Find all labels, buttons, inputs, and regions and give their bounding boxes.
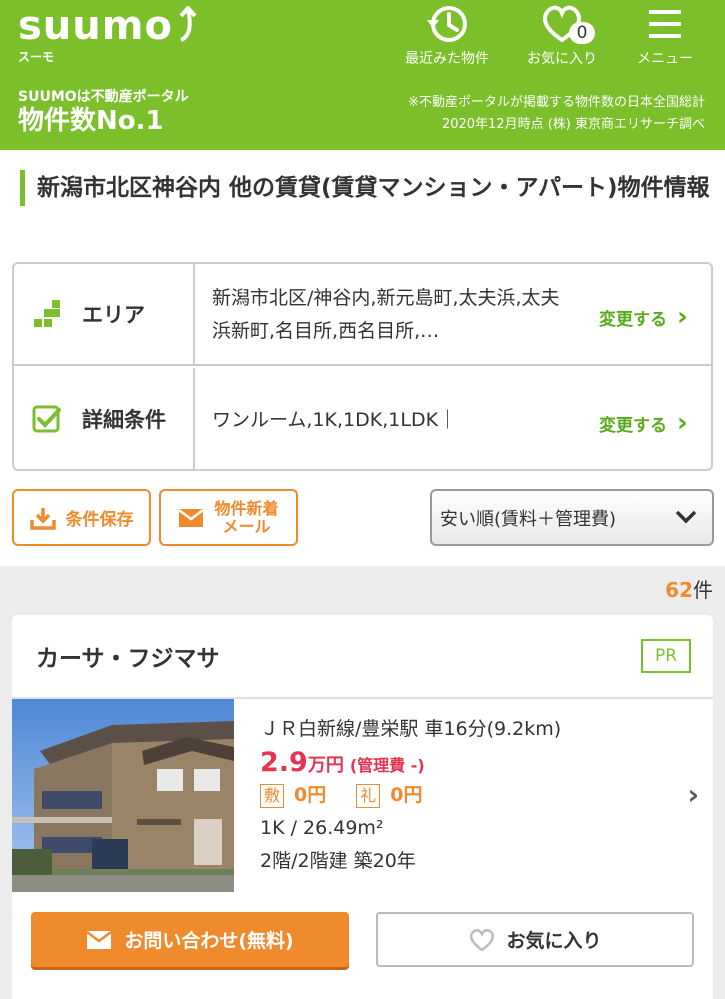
mail-label-line2: メール: [222, 516, 271, 536]
mail-label-line1: 物件新着: [214, 498, 279, 518]
deposit-key-money: 敷 0円 礼 0円: [260, 779, 561, 812]
detail-condition-header: 詳細条件: [14, 368, 195, 470]
suumo-logo[interactable]: suumo スーモ: [18, 6, 199, 65]
chevron-right-icon[interactable]: ›: [687, 778, 699, 811]
sort-selected-value: 安い順(賃料＋管理費): [440, 508, 617, 530]
inquiry-label: お問い合わせ(無料): [124, 930, 294, 952]
survey-note-line1: ※不動産ポータルが掲載する物件数の日本全国総計: [408, 95, 705, 110]
portal-claim-line1: SUUMOは不動産ポータル: [18, 89, 189, 105]
listing-rent: 2.9万円 (管理費 -): [260, 746, 561, 779]
new-listing-mail-label: 物件新着 メール: [214, 498, 279, 536]
detail-value: ワンルーム,1K,1DK,1LDK｜: [212, 409, 458, 431]
listing-card[interactable]: カーサ・フジマサ PR ＪＲ白新線/豊栄駅 車16分(9.2km) 2.9万円 …: [12, 615, 713, 999]
favorites-button[interactable]: 0 お気に入り: [507, 2, 617, 68]
change-area-label: 変更する: [599, 309, 667, 330]
search-conditions: エリア 新潟市北区/神谷内,新元島町,太夫浜,太夫浜新町,名目所,西名目所,… …: [12, 262, 713, 471]
key-money-amount: 0円: [390, 784, 423, 806]
add-favorite-button[interactable]: お気に入り: [376, 912, 694, 967]
survey-note: ※不動産ポータルが掲載する物件数の日本全国総計 2020年12月時点 (株) 東…: [408, 92, 705, 136]
detail-condition-row[interactable]: 詳細条件 ワンルーム,1K,1DK,1LDK｜ 変更する ›: [14, 368, 711, 470]
logo-arrow-icon: [179, 6, 197, 42]
change-area-link[interactable]: 変更する ›: [599, 302, 688, 332]
change-detail-label: 変更する: [599, 415, 667, 436]
recently-viewed-button[interactable]: 最近みた物件: [392, 2, 502, 68]
portal-claim-line2: 物件数No.1: [18, 106, 164, 136]
checkbox-icon: [32, 405, 61, 433]
menu-button[interactable]: メニュー: [610, 2, 720, 68]
listing-layout: 1K / 26.49m²: [260, 817, 384, 839]
favorites-count-badge: 0: [569, 22, 595, 44]
results-section: 62件 カーサ・フジマサ PR ＪＲ白新線/豊栄駅 車16分(9.2km) 2.…: [0, 566, 725, 999]
deposit-amount: 0円: [294, 784, 327, 806]
detail-label: 詳細条件: [82, 408, 166, 432]
chevron-down-icon: [675, 510, 697, 524]
portal-claim: SUUMOは不動産ポータル 物件数No.1: [18, 86, 189, 136]
area-value: 新潟市北区/神谷内,新元島町,太夫浜,太夫浜新町,名目所,西名目所,…: [212, 287, 560, 342]
logo-subtext: スーモ: [18, 50, 55, 64]
result-count: 62件: [665, 574, 713, 603]
area-icon: [34, 300, 60, 327]
mail-icon: [86, 930, 113, 949]
pr-badge: PR: [641, 639, 691, 673]
management-fee: (管理費 -): [349, 756, 425, 775]
chevron-right-icon: ›: [677, 408, 688, 438]
area-condition-header: エリア: [14, 264, 195, 364]
logo-text: suumo: [18, 3, 173, 49]
menu-icon: [649, 10, 681, 38]
area-label: エリア: [82, 303, 145, 327]
building-photo-image: [12, 699, 234, 892]
listing-access: ＪＲ白新線/豊栄駅 車16分(9.2km): [260, 718, 562, 740]
heart-icon: [470, 928, 495, 952]
change-detail-link[interactable]: 変更する ›: [599, 408, 688, 438]
listing-photo[interactable]: [12, 699, 234, 892]
inquiry-button[interactable]: お問い合わせ(無料): [31, 912, 349, 967]
sort-select[interactable]: 安い順(賃料＋管理費): [430, 489, 714, 546]
favorites-label: お気に入り: [527, 51, 597, 67]
listing-info: ＪＲ白新線/豊栄駅 車16分(9.2km) 2.9万円 (管理費 -) 敷 0円 …: [260, 713, 561, 878]
site-header: suumo スーモ 最近みた物件 0 お気に入り メニュー SUUMOは不動産ポ…: [0, 0, 725, 150]
survey-note-line2: 2020年12月時点 (株) 東京商エリサーチ調べ: [441, 117, 705, 132]
download-icon: [29, 507, 56, 530]
result-count-number: 62: [665, 578, 693, 602]
save-conditions-label: 条件保存: [65, 510, 134, 530]
rent-unit: 万円: [307, 755, 344, 776]
mail-icon: [178, 508, 205, 527]
history-icon: [427, 6, 467, 42]
deposit-mark: 敷: [260, 783, 284, 808]
listing-name[interactable]: カーサ・フジマサ: [36, 639, 220, 673]
save-conditions-button[interactable]: 条件保存: [12, 489, 151, 546]
result-count-unit: 件: [693, 578, 713, 602]
listing-floor: 2階/2階建 築20年: [260, 850, 416, 872]
menu-label: メニュー: [637, 51, 693, 67]
recently-viewed-label: 最近みた物件: [405, 51, 489, 67]
rent-amount: 2.9: [260, 747, 308, 778]
area-condition-row[interactable]: エリア 新潟市北区/神谷内,新元島町,太夫浜,太夫浜新町,名目所,西名目所,… …: [14, 264, 711, 366]
key-money-mark: 礼: [356, 783, 381, 808]
new-listing-mail-button[interactable]: 物件新着 メール: [159, 489, 298, 546]
favorite-label: お気に入り: [506, 930, 602, 952]
page-title: 新潟市北区神谷内 他の賃貸(賃貸マンション・アパート)物件情報: [20, 170, 710, 206]
chevron-right-icon: ›: [677, 302, 688, 332]
